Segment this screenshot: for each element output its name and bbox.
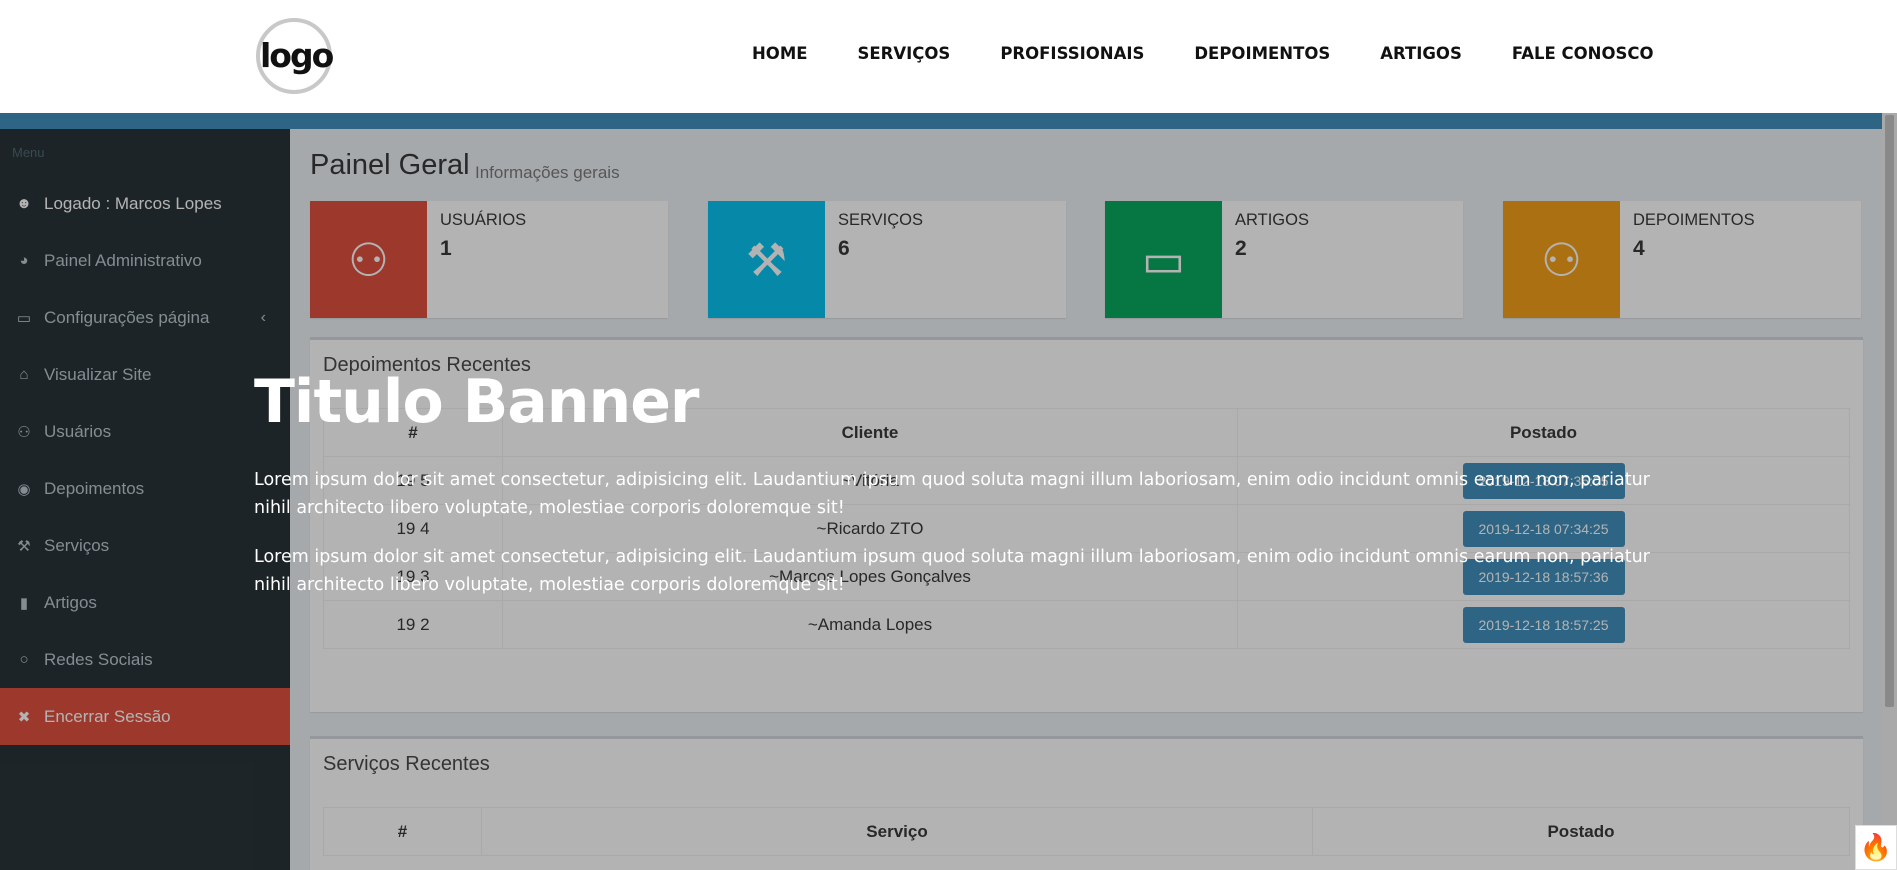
fire-icon[interactable]: 🔥 bbox=[1855, 825, 1897, 870]
nav-home[interactable]: HOME bbox=[752, 44, 808, 63]
nav-profissionais[interactable]: PROFISSIONAIS bbox=[1000, 44, 1144, 63]
nav-fale-conosco[interactable]: FALE CONOSCO bbox=[1512, 44, 1654, 63]
nav-servicos[interactable]: SERVIÇOS bbox=[858, 44, 951, 63]
banner-paragraph: Lorem ipsum dolor sit amet consectetur, … bbox=[254, 547, 1650, 595]
top-navigation: HOME SERVIÇOS PROFISSIONAIS DEPOIMENTOS … bbox=[752, 44, 1704, 63]
nav-depoimentos[interactable]: DEPOIMENTOS bbox=[1194, 44, 1330, 63]
banner-paragraph: Lorem ipsum dolor sit amet consectetur, … bbox=[254, 470, 1650, 518]
logo[interactable]: logo bbox=[256, 18, 334, 94]
banner-title: Titulo Banner bbox=[254, 367, 699, 437]
site-header: logo HOME SERVIÇOS PROFISSIONAIS DEPOIME… bbox=[0, 0, 1897, 113]
logo-text: logo bbox=[260, 36, 334, 75]
nav-artigos[interactable]: ARTIGOS bbox=[1380, 44, 1462, 63]
